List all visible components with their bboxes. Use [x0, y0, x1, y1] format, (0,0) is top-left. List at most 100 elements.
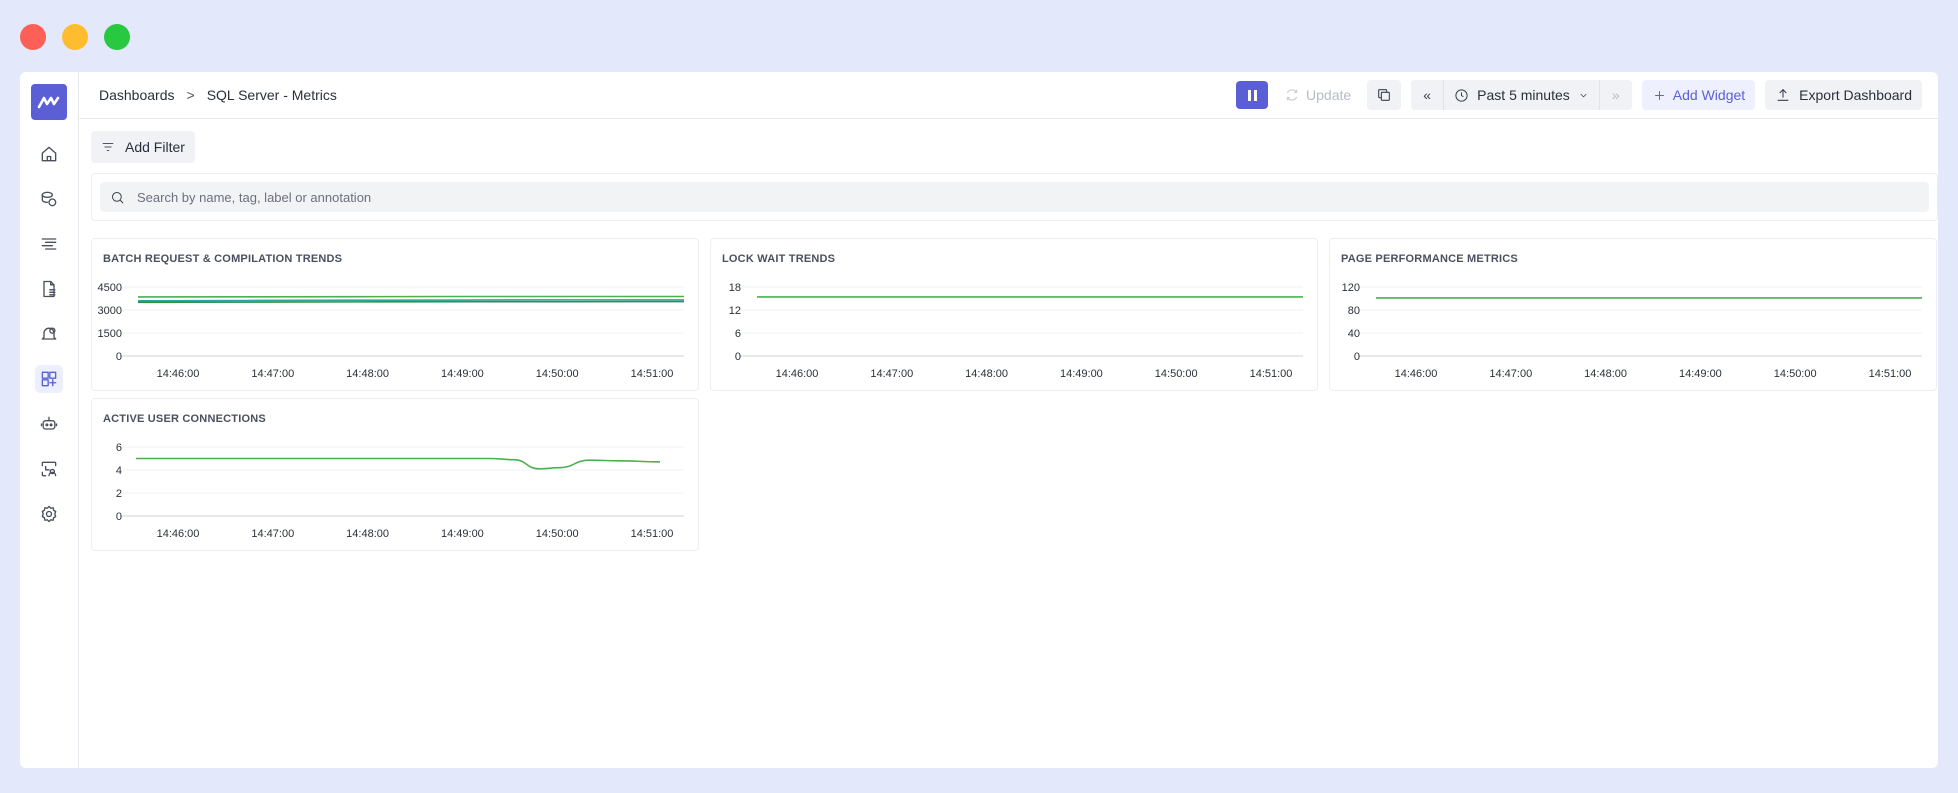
- series-line: [137, 299, 684, 302]
- search-input[interactable]: [137, 189, 737, 205]
- x-tick-label: 14:49:00: [441, 528, 484, 540]
- search-bar: [100, 182, 1929, 212]
- dashboards-icon: [41, 371, 57, 387]
- chart-lock-wait: 0 6 12 18 14:46:00 14:47:00 14:48:00 14:49:00 14…: [729, 282, 1303, 380]
- update-label: Update: [1306, 87, 1352, 103]
- search-container: [91, 173, 1938, 221]
- settings-icon: [41, 505, 57, 523]
- x-tick-label: 14:48:00: [965, 368, 1008, 380]
- chart-batch-request: 0 1500 3000 4500 14:46:00 14:47:00 14:48:00 14:…: [98, 282, 685, 380]
- time-forward-button[interactable]: »: [1600, 80, 1632, 110]
- sidebar-item-settings[interactable]: [35, 500, 63, 528]
- y-tick-label: 12: [729, 305, 741, 317]
- ai-bot-icon: [40, 416, 58, 430]
- pause-refresh-button[interactable]: [1236, 81, 1269, 109]
- logo-mark-icon: [37, 96, 60, 109]
- sidebar-item-infrastructure[interactable]: [35, 185, 63, 213]
- x-tick-label: 14:51:00: [631, 368, 674, 380]
- x-tick-label: 14:50:00: [536, 528, 579, 540]
- clone-dashboard-button[interactable]: [1367, 80, 1402, 110]
- x-tick-label: 14:47:00: [870, 368, 913, 380]
- add-widget-label: Add Widget: [1672, 87, 1746, 103]
- x-tick-label: 14:48:00: [1584, 368, 1627, 380]
- y-tick-label: 80: [1348, 305, 1360, 317]
- copy-icon: [1378, 89, 1391, 101]
- y-tick-label: 6: [116, 442, 122, 454]
- breadcrumb-separator: >: [186, 87, 195, 103]
- add-filter-button[interactable]: Add Filter: [91, 131, 195, 163]
- home-icon: [41, 146, 57, 162]
- x-tick-label: 14:46:00: [1395, 368, 1438, 380]
- x-tick-label: 14:50:00: [1155, 368, 1198, 380]
- widget-page-performance[interactable]: PAGE PERFORMANCE METRICS 0 40 80 120 14:46:0…: [1329, 238, 1937, 391]
- y-tick-label: 2: [116, 488, 122, 500]
- breadcrumb-current: SQL Server - Metrics: [206, 87, 337, 103]
- breadcrumb: Dashboards > SQL Server - Metrics: [99, 87, 1236, 103]
- minimize-window-button[interactable]: [62, 24, 88, 50]
- alerts-icon: [41, 327, 57, 340]
- y-tick-label: 120: [1342, 282, 1360, 294]
- logs-icon: [41, 238, 57, 250]
- sidebar-item-ai-bot[interactable]: [35, 410, 63, 438]
- infrastructure-icon: [41, 191, 57, 207]
- reports-icon: [43, 280, 56, 298]
- sidebar-item-synthetics[interactable]: [35, 455, 63, 483]
- x-tick-label: 14:49:00: [1679, 368, 1722, 380]
- x-tick-label: 14:50:00: [1774, 368, 1817, 380]
- app-logo[interactable]: [31, 84, 67, 120]
- widget-active-user-connections[interactable]: ACTIVE USER CONNECTIONS 0 2 4 6 14:46:00 14:4…: [91, 398, 699, 551]
- x-tick-label: 14:48:00: [346, 528, 389, 540]
- time-range-label: Past 5 minutes: [1477, 87, 1570, 103]
- sidebar-item-logs[interactable]: [35, 230, 63, 258]
- y-tick-label: 4: [116, 465, 122, 477]
- widget-lock-wait[interactable]: LOCK WAIT TRENDS 0 6 12 18 14:46:00 14:47:00 1…: [710, 238, 1318, 391]
- x-tick-label: 14:50:00: [536, 368, 579, 380]
- sidebar: [20, 72, 79, 768]
- y-tick-label: 4500: [98, 282, 122, 294]
- add-widget-button[interactable]: Add Widget: [1641, 80, 1756, 110]
- sidebar-item-alerts[interactable]: [35, 320, 63, 348]
- x-tick-label: 14:47:00: [1489, 368, 1532, 380]
- time-range-group: « Past 5 minutes »: [1411, 80, 1632, 110]
- export-dashboard-button[interactable]: Export Dashboard: [1765, 80, 1922, 110]
- chevron-down-icon: [1580, 93, 1587, 97]
- top-bar: Dashboards > SQL Server - Metrics Update…: [79, 72, 1938, 119]
- chart-active-user-connections: 0 2 4 6 14:46:00 14:47:00 14:48:00 14:49:00 14:5…: [116, 442, 684, 540]
- time-back-button[interactable]: «: [1411, 80, 1443, 110]
- sidebar-item-reports[interactable]: [35, 275, 63, 303]
- update-button[interactable]: Update: [1278, 81, 1357, 109]
- synthetics-icon: [41, 461, 57, 477]
- sidebar-item-dashboards[interactable]: [35, 365, 63, 393]
- x-tick-label: 14:46:00: [776, 368, 819, 380]
- y-tick-label: 0: [735, 351, 741, 363]
- close-window-button[interactable]: [20, 24, 46, 50]
- pause-icon-bar: [1253, 89, 1257, 101]
- filter-row: Add Filter: [79, 119, 1938, 163]
- filter-icon: [102, 143, 114, 151]
- add-filter-label: Add Filter: [125, 139, 185, 155]
- pause-icon: [1247, 89, 1251, 101]
- series-line: [137, 300, 685, 304]
- app-window: Dashboards > SQL Server - Metrics Update…: [20, 72, 1938, 768]
- export-label: Export Dashboard: [1799, 87, 1912, 103]
- refresh-icon: [1286, 89, 1298, 101]
- maximize-window-button[interactable]: [104, 24, 130, 50]
- x-tick-label: 14:49:00: [441, 368, 484, 380]
- x-tick-label: 14:47:00: [251, 528, 294, 540]
- upload-icon: [1777, 88, 1789, 101]
- x-tick-label: 14:51:00: [1250, 368, 1293, 380]
- x-tick-label: 14:51:00: [631, 528, 674, 540]
- x-tick-label: 14:46:00: [157, 368, 200, 380]
- widget-batch-request[interactable]: BATCH REQUEST & COMPILATION TRENDS 0 1500…: [91, 238, 699, 391]
- x-tick-label: 14:48:00: [346, 368, 389, 380]
- x-tick-label: 14:46:00: [157, 528, 200, 540]
- y-tick-label: 1500: [98, 328, 122, 340]
- chart-page-performance: 0 40 80 120 14:46:00 14:47:00 14:48:00 14:49:00…: [1342, 282, 1922, 380]
- time-range-picker[interactable]: Past 5 minutes: [1443, 80, 1600, 110]
- series-line: [135, 457, 661, 470]
- x-tick-label: 14:51:00: [1869, 368, 1912, 380]
- breadcrumb-dashboards-link[interactable]: Dashboards: [99, 87, 175, 103]
- search-icon: [112, 191, 124, 203]
- sidebar-item-home[interactable]: [35, 140, 63, 168]
- y-tick-label: 0: [1354, 351, 1360, 363]
